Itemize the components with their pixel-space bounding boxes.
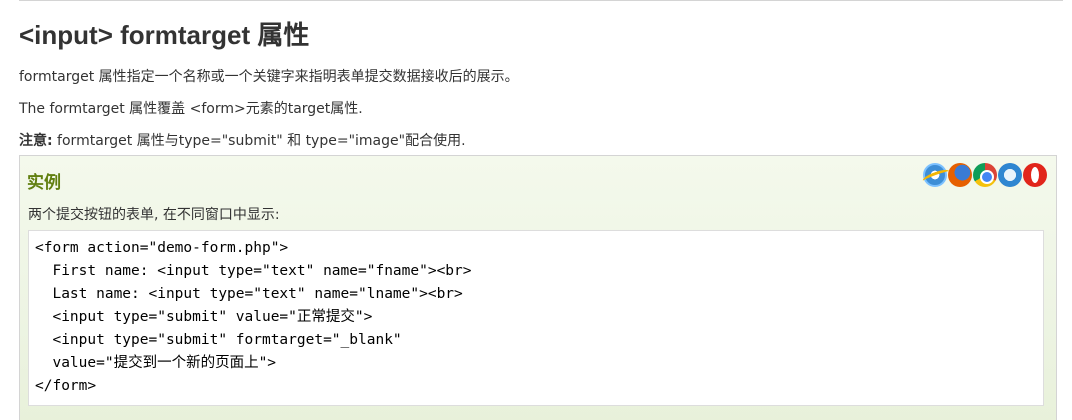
chrome-icon bbox=[973, 163, 997, 187]
opera-icon bbox=[1023, 163, 1047, 187]
code-line: <input type="submit" value="正常提交"> bbox=[35, 309, 373, 325]
safari-icon bbox=[998, 163, 1022, 187]
example-box: 实例 两个提交按钮的表单, 在不同窗口中显示: <form action="de… bbox=[19, 155, 1057, 420]
page-title: <input> formtarget 属性 bbox=[19, 20, 310, 50]
code-line: Last name: <input type="text" name="lnam… bbox=[35, 286, 463, 302]
code-line: First name: <input type="text" name="fna… bbox=[35, 263, 472, 279]
note-paragraph: 注意: formtarget 属性与type="submit" 和 type="… bbox=[19, 130, 466, 150]
page: <input> formtarget 属性 formtarget 属性指定一个名… bbox=[0, 0, 1072, 420]
intro-paragraph: formtarget 属性指定一个名称或一个关键字来指明表单提交数据接收后的展示… bbox=[19, 69, 519, 85]
example-description: 两个提交按钮的表单, 在不同窗口中显示: bbox=[28, 207, 280, 223]
browser-support-icons bbox=[923, 163, 1047, 187]
note-label: 注意: bbox=[19, 133, 53, 149]
code-line: </form> bbox=[35, 378, 97, 394]
top-divider bbox=[19, 0, 1063, 1]
ie-icon bbox=[923, 163, 947, 187]
code-block: <form action="demo-form.php"> First name… bbox=[28, 230, 1044, 406]
code-line: <form action="demo-form.php"> bbox=[35, 240, 289, 256]
firefox-icon bbox=[948, 163, 972, 187]
note-text: formtarget 属性与type="submit" 和 type="imag… bbox=[52, 133, 466, 149]
code-line: <input type="submit" formtarget="_blank" bbox=[35, 332, 402, 348]
example-title: 实例 bbox=[27, 173, 61, 193]
code-line: value="提交到一个新的页面上"> bbox=[35, 355, 277, 371]
override-paragraph: The formtarget 属性覆盖 <form>元素的target属性. bbox=[19, 101, 363, 117]
